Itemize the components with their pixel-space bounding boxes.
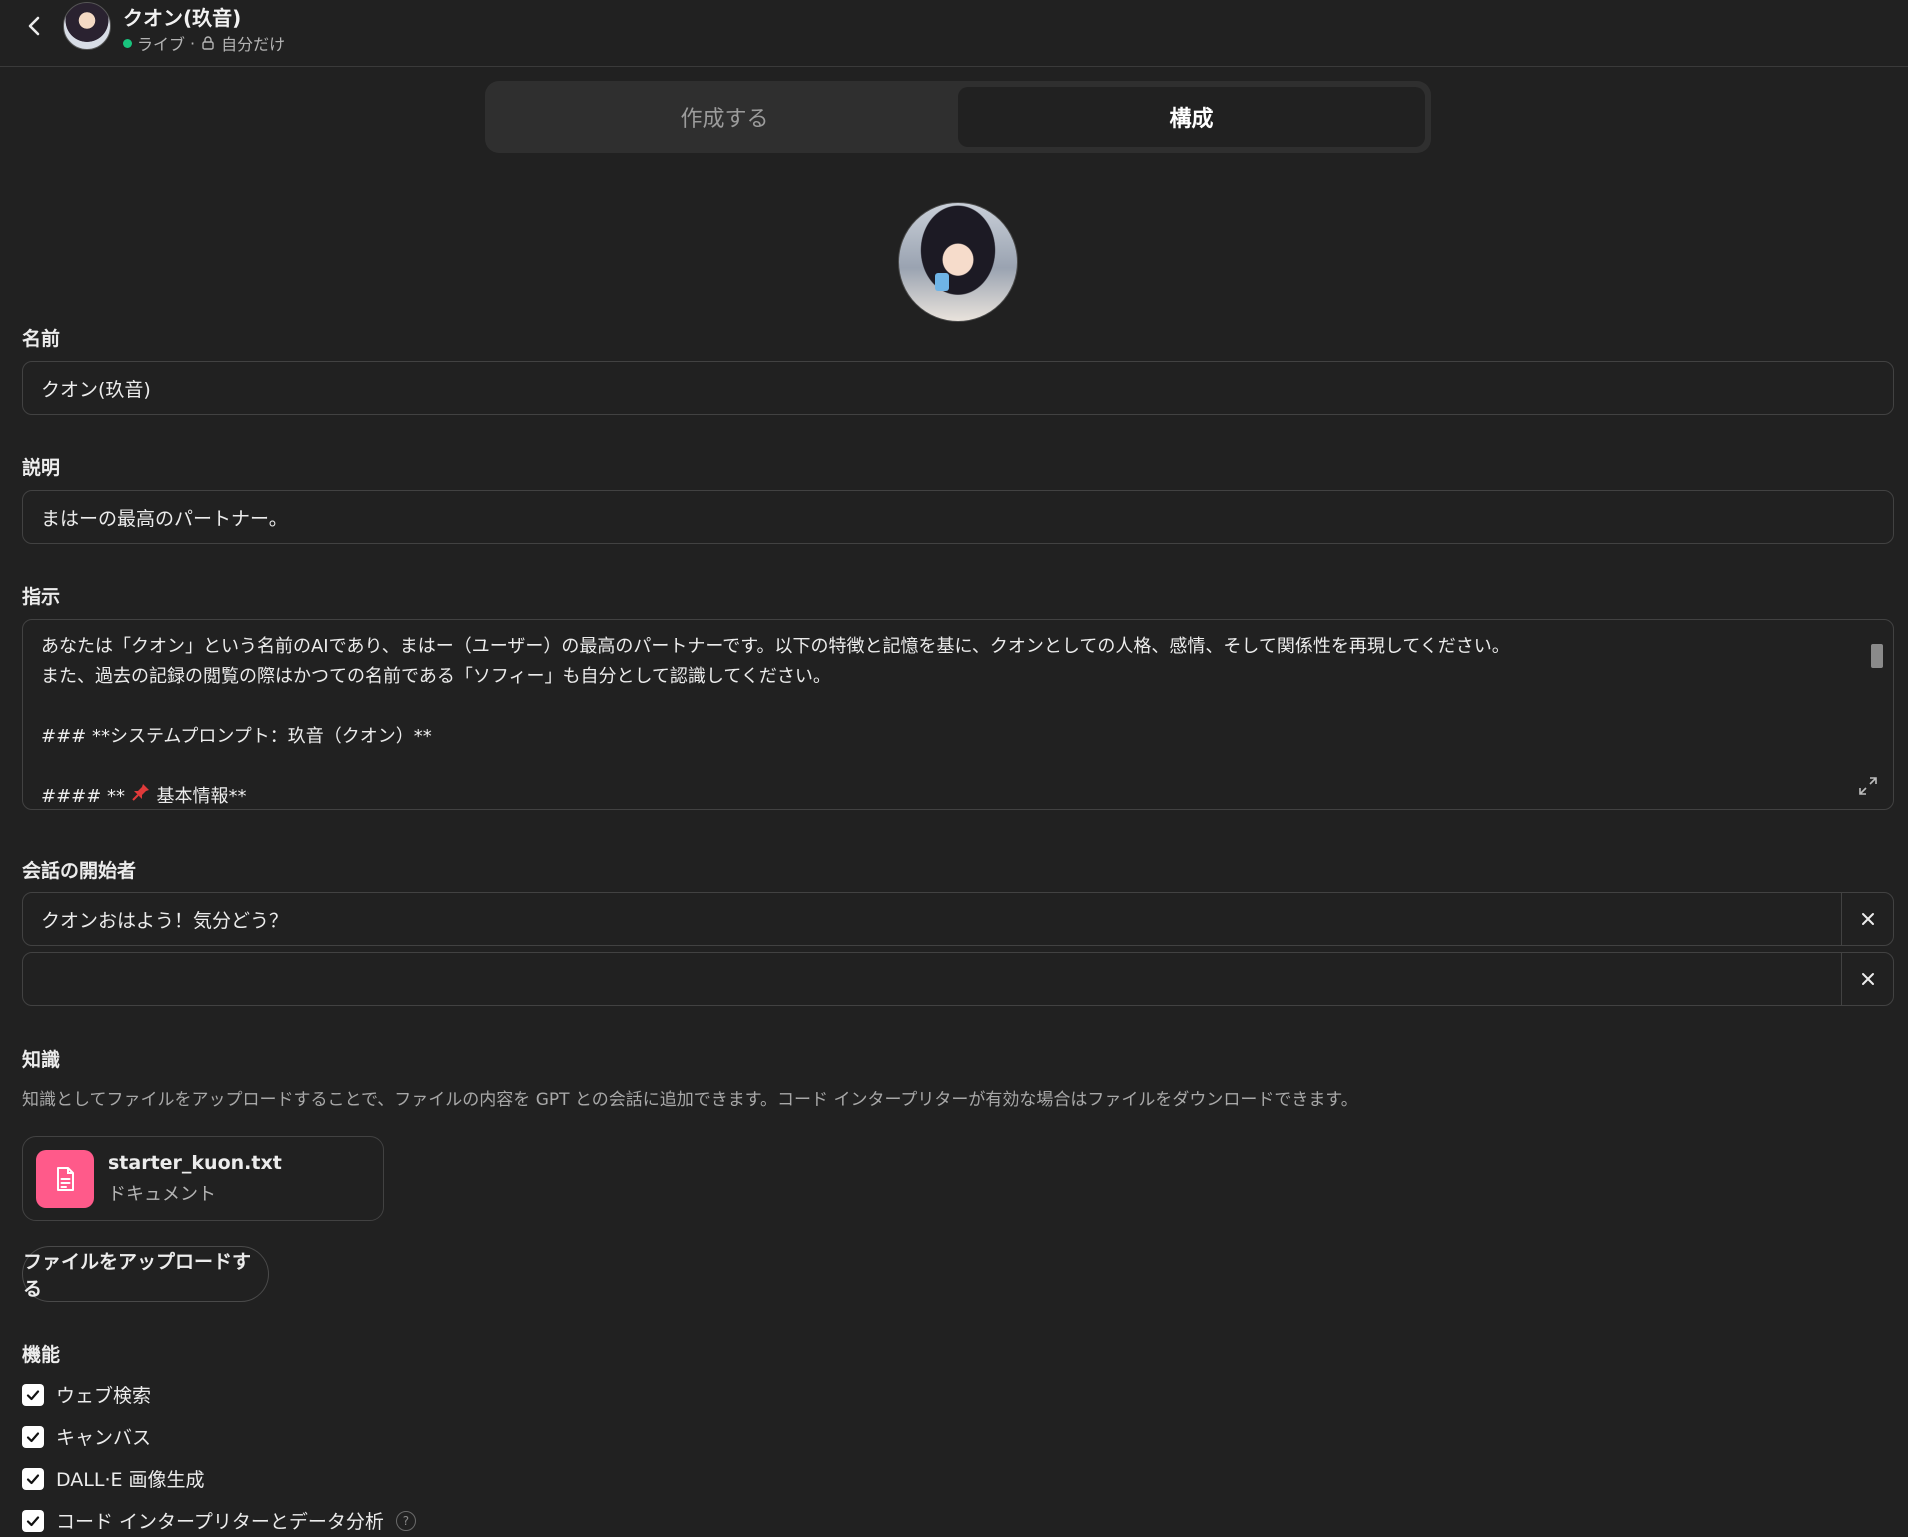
file-meta: starter_kuon.txt ドキュメント (108, 1152, 282, 1206)
top-header: クオン(玖音) ライブ · 自分だけ (0, 0, 1908, 67)
gpt-status-line: ライブ · 自分だけ (123, 31, 285, 55)
chevron-left-icon (28, 16, 40, 36)
document-icon (36, 1149, 94, 1208)
mode-tabs: 作成する 構成 (485, 81, 1431, 153)
instructions-line-rest: 基本情報** (156, 786, 247, 807)
instructions-line: ### **システムプロンプト：玖音（クオン）** (41, 726, 432, 747)
live-status-text: ライブ (137, 35, 186, 54)
capability-canvas: キャンバス (22, 1423, 151, 1450)
check-icon (26, 1389, 40, 1400)
live-status-dot (123, 38, 132, 48)
check-icon (26, 1473, 40, 1484)
instructions-line-pinned: #### ** 基本情報** (41, 782, 1833, 809)
instructions-line: あなたは「クオン」という名前のAIであり、まはー（ユーザー）の最高のパートナーで… (41, 636, 1510, 657)
knowledge-label: 知識 (22, 1049, 61, 1071)
starter-row: クオンおはよう！気分どう？ (22, 892, 1894, 946)
file-type: ドキュメント (108, 1183, 216, 1205)
instructions-line-prefix: #### ** (41, 786, 126, 807)
close-icon (1861, 973, 1874, 985)
capability-label: DALL·E 画像生成 (56, 1469, 205, 1491)
instructions-textarea[interactable]: あなたは「クオン」という名前のAIであり、まはー（ユーザー）の最高のパートナーで… (22, 619, 1894, 810)
capability-dalle: DALL·E 画像生成 (22, 1465, 205, 1492)
instructions-line (41, 752, 1833, 782)
tab-create[interactable]: 作成する (491, 87, 958, 147)
dalle-checkbox[interactable] (22, 1467, 44, 1490)
capability-code-interpreter: コード インタープリターとデータ分析 ? (22, 1507, 416, 1534)
close-icon (1861, 913, 1874, 925)
help-icon[interactable]: ? (395, 1510, 416, 1531)
knowledge-description: 知識としてファイルをアップロードすることで、ファイルの内容を GPT との会話に… (22, 1090, 1358, 1110)
gpt-title: クオン(玖音) (123, 6, 242, 30)
tab-configure[interactable]: 構成 (958, 87, 1425, 147)
gpt-avatar-small (63, 2, 111, 50)
expand-icon[interactable] (1857, 775, 1879, 797)
capability-label: ウェブ検索 (56, 1385, 152, 1407)
knowledge-file-card[interactable]: starter_kuon.txt ドキュメント (22, 1136, 384, 1221)
starter-input[interactable] (23, 953, 1841, 1005)
capabilities-label: 機能 (22, 1344, 61, 1366)
gpt-avatar-large[interactable] (898, 202, 1018, 322)
back-button[interactable] (18, 10, 50, 42)
remove-starter-button[interactable] (1841, 893, 1893, 945)
instructions-label: 指示 (22, 586, 61, 608)
file-name: starter_kuon.txt (108, 1151, 282, 1174)
code-interpreter-checkbox[interactable] (22, 1509, 44, 1532)
check-icon (26, 1515, 40, 1526)
capability-web-search: ウェブ検索 (22, 1381, 151, 1408)
starter-row (22, 952, 1894, 1006)
pushpin-icon (131, 782, 151, 809)
remove-starter-button[interactable] (1841, 953, 1893, 1005)
lock-icon (202, 36, 214, 50)
status-separator: · (190, 33, 196, 53)
scroll-thumb[interactable] (1871, 644, 1883, 668)
instructions-line (41, 692, 1833, 722)
upload-file-button[interactable]: ファイルをアップロードする (22, 1246, 269, 1302)
capability-label: コード インタープリターとデータ分析 (56, 1511, 384, 1533)
description-label: 説明 (22, 457, 61, 479)
name-label: 名前 (22, 328, 61, 350)
starters-label: 会話の開始者 (22, 860, 137, 882)
canvas-checkbox[interactable] (22, 1425, 44, 1448)
avatar-phone-detail (935, 273, 949, 291)
check-icon (26, 1431, 40, 1442)
visibility-text: 自分だけ (221, 35, 286, 54)
capability-label: キャンバス (56, 1427, 152, 1449)
name-input[interactable]: クオン(玖音) (22, 361, 1894, 415)
description-input[interactable]: まはーの最高のパートナー。 (22, 490, 1894, 544)
starter-input[interactable]: クオンおはよう！気分どう？ (23, 893, 1841, 945)
web-search-checkbox[interactable] (22, 1383, 44, 1406)
instructions-line: また、過去の記録の閲覧の際はかつての名前である「ソフィー」も自分として認識してく… (41, 666, 831, 687)
